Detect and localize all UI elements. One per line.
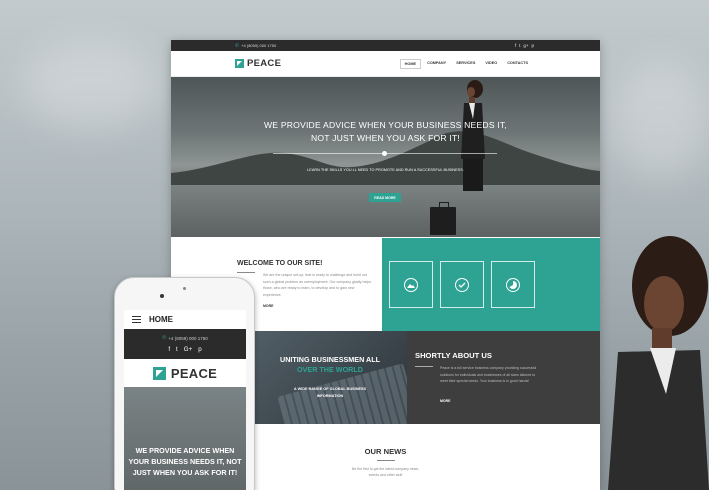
twitter-icon[interactable]: t	[519, 43, 520, 48]
phone-speaker	[183, 287, 186, 290]
phone-icon: ✆	[235, 42, 240, 49]
welcome-underline	[237, 272, 255, 273]
mobile-hero: WE PROVIDE ADVICE WHEN YOUR BUSINESS NEE…	[124, 387, 246, 490]
feature-box-2[interactable]	[440, 261, 484, 308]
pinterest-icon[interactable]: p	[531, 43, 534, 48]
about-underline	[415, 366, 433, 367]
peace-logo-icon	[152, 366, 166, 380]
google-plus-icon[interactable]: G+	[184, 346, 192, 353]
welcome-title: WELCOME TO OUR SITE!	[237, 260, 323, 267]
checkmark-icon	[455, 277, 469, 292]
twitter-icon[interactable]: t	[176, 346, 178, 353]
feature-box-3[interactable]	[491, 261, 535, 308]
about-section: SHORTLY ABOUT US Peace is a full service…	[407, 331, 600, 424]
nav-contacts[interactable]: CONTACTS	[503, 59, 532, 69]
welcome-more-link[interactable]: MORE	[263, 304, 274, 308]
uniting-section: UNITING BUSINESSMEN ALL OVER THE WORLD A…	[253, 331, 407, 424]
uniting-title-line-1: UNITING BUSINESSMEN ALL	[280, 355, 380, 364]
welcome-text: We are the unique set-up, that is ready …	[263, 273, 372, 297]
about-title: SHORTLY ABOUT US	[415, 351, 492, 360]
briefcase	[430, 202, 456, 235]
hamburger-menu-icon[interactable]	[132, 315, 141, 324]
news-text: Be the first to get the latest company n…	[352, 467, 419, 477]
uniting-title-line-2: OVER THE WORLD	[297, 365, 363, 374]
mobile-hero-headline: WE PROVIDE ADVICE WHEN YOUR BUSINESS NEE…	[128, 446, 242, 477]
main-menu: HOME COMPANY SERVICES VIDEO CONTACTS	[399, 58, 532, 69]
phone-icon: ✆	[162, 335, 167, 341]
uniting-caption: A WIDE RANGE OF GLOBAL BUSINESS INFORMAT…	[293, 387, 367, 398]
landscape-icon	[404, 277, 418, 292]
site-logo[interactable]: PEACE	[235, 58, 281, 69]
hero-headline-line-1: WE PROVIDE ADVICE WHEN YOUR BUSINESS NEE…	[263, 120, 508, 130]
top-phone[interactable]: ✆ +4 (8059) 000 1750	[235, 43, 276, 49]
top-bar: ✆ +4 (8059) 000 1750 f t g+ p	[171, 40, 600, 51]
mobile-logo[interactable]: PEACE	[124, 359, 246, 387]
pinterest-icon[interactable]: p	[198, 346, 201, 353]
facebook-icon[interactable]: f	[168, 346, 170, 353]
pie-chart-icon	[506, 277, 520, 292]
facebook-icon[interactable]: f	[515, 43, 516, 48]
social-links: f t g+ p	[515, 43, 534, 48]
nav-company[interactable]: COMPANY	[423, 59, 450, 69]
businesswoman-portrait	[608, 236, 709, 490]
top-phone-number: +4 (8059) 000 1750	[241, 43, 277, 48]
phone-camera	[160, 294, 164, 298]
hero-subtext: LEARN THE SKILLS YOU LL NEED TO PROMOTE …	[307, 168, 464, 172]
mobile-logo-text: PEACE	[170, 365, 218, 381]
mobile-menu-bar[interactable]: HOME	[124, 310, 246, 329]
background-cloud	[20, 40, 160, 130]
nav-services[interactable]: SERVICES	[452, 59, 479, 69]
hero-banner: WE PROVIDE ADVICE WHEN YOUR BUSINESS NEE…	[171, 77, 600, 237]
mobile-menu-label: HOME	[149, 315, 173, 324]
hero-divider-dot	[382, 151, 387, 156]
features-panel	[382, 238, 600, 331]
hero-headline: WE PROVIDE ADVICE WHEN YOUR BUSINESS NEE…	[231, 119, 540, 144]
mobile-contact-bar: ✆ +4 (8059) 000 1750 f t G+ p	[124, 329, 246, 359]
mobile-phone-number: +4 (8059) 000 1750	[168, 335, 208, 341]
hero-headline-line-2: NOT JUST WHEN YOU ASK FOR IT!	[310, 132, 461, 143]
mobile-social-links: f t G+ p	[168, 346, 201, 353]
uniting-title: UNITING BUSINESSMEN ALL OVER THE WORLD	[253, 355, 407, 375]
news-underline	[376, 460, 395, 461]
nav-home[interactable]: HOME	[399, 58, 422, 69]
about-text: Peace is a full service business company…	[440, 366, 537, 383]
peace-logo-icon	[235, 59, 244, 68]
nav-video[interactable]: VIDEO	[481, 59, 501, 69]
mobile-phone[interactable]: ✆ +4 (8059) 000 1750	[162, 335, 208, 341]
read-more-button[interactable]: READ MORE	[369, 193, 401, 202]
background-cloud	[610, 60, 709, 180]
nav-bar: PEACE HOME COMPANY SERVICES VIDEO CONTAC…	[171, 51, 600, 77]
mobile-screen: HOME ✆ +4 (8059) 000 1750 f t G+ p PEACE…	[124, 310, 246, 490]
mobile-mockup: HOME ✆ +4 (8059) 000 1750 f t G+ p PEACE…	[114, 277, 255, 490]
about-more-link[interactable]: MORE	[440, 399, 451, 403]
google-plus-icon[interactable]: g+	[523, 43, 528, 48]
logo-text: PEACE	[247, 58, 282, 69]
feature-box-1[interactable]	[389, 261, 433, 308]
